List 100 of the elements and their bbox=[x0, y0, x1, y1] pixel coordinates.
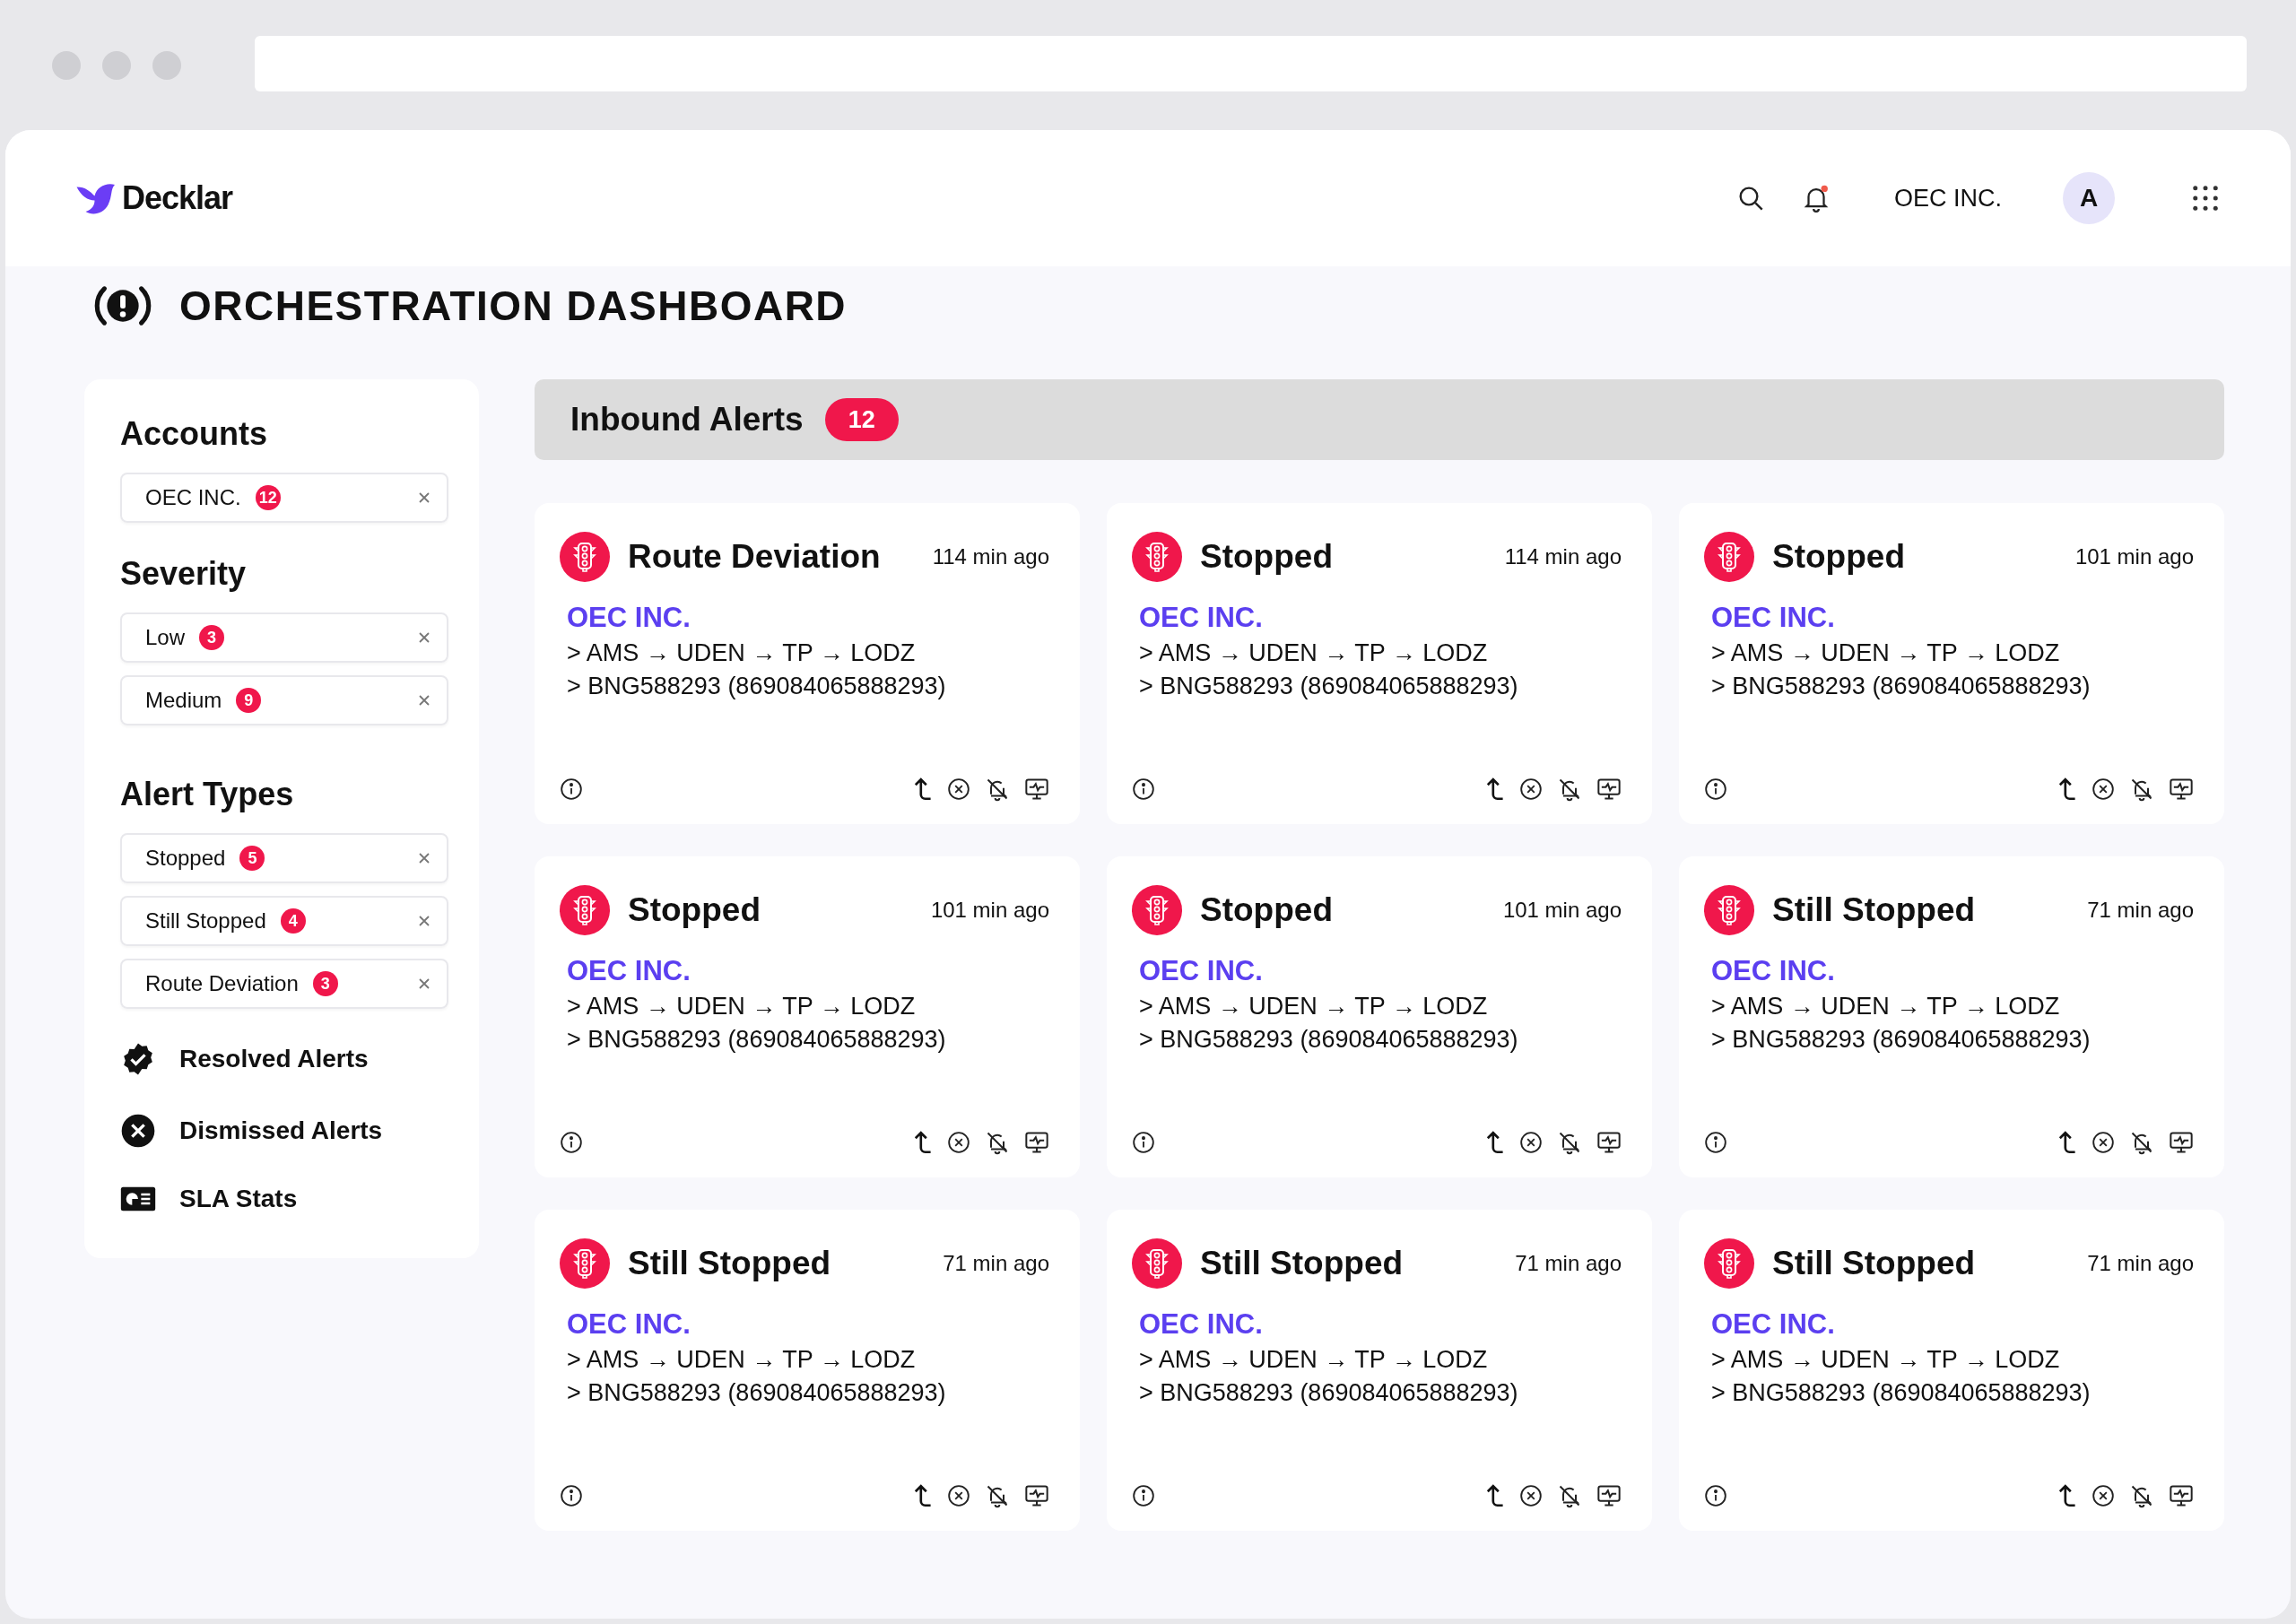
traffic-light-icon bbox=[560, 885, 610, 935]
user-avatar[interactable]: A bbox=[2063, 172, 2115, 224]
filter-chip[interactable]: Stopped 5 bbox=[120, 833, 448, 883]
info-icon[interactable] bbox=[1132, 1484, 1155, 1507]
account-name[interactable]: OEC INC. bbox=[1711, 602, 2194, 634]
alert-time: 71 min ago bbox=[2087, 898, 2194, 923]
monitor-pulse-icon[interactable] bbox=[2169, 777, 2194, 802]
info-icon[interactable] bbox=[560, 1131, 583, 1154]
info-icon[interactable] bbox=[560, 777, 583, 801]
account-name[interactable]: OEC INC. bbox=[567, 602, 1049, 634]
alert-type: Stopped bbox=[1772, 538, 1905, 576]
section-title: Inbound Alerts bbox=[570, 401, 804, 439]
account-name[interactable]: OEC INC. bbox=[567, 1308, 1049, 1341]
window-close-dot[interactable] bbox=[52, 51, 81, 80]
alert-card[interactable]: Stopped 101 min ago OEC INC. > AMS → UDEN → TP → LODZ > BNG588293 (869084065888293) bbox=[535, 856, 1080, 1177]
info-icon[interactable] bbox=[560, 1484, 583, 1507]
account-name[interactable]: OEC INC. bbox=[1139, 602, 1622, 634]
info-icon[interactable] bbox=[1704, 1131, 1727, 1154]
monitor-pulse-icon[interactable] bbox=[1596, 777, 1622, 802]
alert-type: Stopped bbox=[628, 891, 761, 929]
bell-off-icon[interactable] bbox=[985, 777, 1010, 802]
close-circle-icon[interactable] bbox=[2092, 1131, 2115, 1154]
close-circle-icon[interactable] bbox=[947, 1131, 970, 1154]
logo[interactable]: Decklar bbox=[74, 179, 233, 217]
close-circle-icon[interactable] bbox=[1519, 1131, 1543, 1154]
window-maximize-dot[interactable] bbox=[152, 51, 181, 80]
close-circle-icon[interactable] bbox=[2092, 777, 2115, 801]
account-name[interactable]: OEC INC. bbox=[1711, 955, 2194, 987]
section-heading: Alert Types bbox=[120, 776, 295, 813]
section-heading: Severity bbox=[120, 555, 248, 593]
monitor-pulse-icon[interactable] bbox=[1024, 777, 1049, 802]
route-text: > AMS → UDEN → TP → LODZ bbox=[567, 639, 917, 667]
monitor-pulse-icon[interactable] bbox=[1596, 1483, 1622, 1508]
alert-card[interactable]: Stopped 101 min ago OEC INC. > AMS → UDEN → TP → LODZ > BNG588293 (869084065888293) bbox=[1679, 503, 2224, 824]
monitor-pulse-icon[interactable] bbox=[1024, 1130, 1049, 1155]
sidebar-link[interactable]: SLA Stats bbox=[179, 1185, 298, 1213]
monitor-pulse-icon[interactable] bbox=[2169, 1483, 2194, 1508]
account-name[interactable]: OEC INC. bbox=[1139, 1308, 1622, 1341]
close-circle-icon[interactable] bbox=[2092, 1484, 2115, 1507]
monitor-pulse-icon[interactable] bbox=[2169, 1130, 2194, 1155]
bell-off-icon[interactable] bbox=[985, 1483, 1010, 1508]
close-circle-icon[interactable] bbox=[947, 1484, 970, 1507]
sidebar-link[interactable]: Resolved Alerts bbox=[179, 1045, 369, 1073]
filter-chip[interactable]: Route Deviation 3 bbox=[120, 959, 448, 1009]
traffic-light-icon bbox=[1704, 1238, 1754, 1289]
monitor-pulse-icon[interactable] bbox=[1024, 1483, 1049, 1508]
info-icon[interactable] bbox=[1704, 1484, 1727, 1507]
alert-type: Still Stopped bbox=[1200, 1245, 1404, 1282]
alert-card[interactable]: Still Stopped 71 min ago OEC INC. > AMS → UDEN → TP → LODZ > BNG588293 (869084065888293) bbox=[1679, 1210, 2224, 1531]
bell-off-icon[interactable] bbox=[2129, 1130, 2154, 1155]
alert-card[interactable]: Still Stopped 71 min ago OEC INC. > AMS → UDEN → TP → LODZ > BNG588293 (869084065888293) bbox=[535, 1210, 1080, 1531]
device-id: > BNG588293 (869084065888293) bbox=[567, 1379, 947, 1407]
filter-chip[interactable]: Medium 9 bbox=[120, 675, 448, 725]
alert-card[interactable]: Still Stopped 71 min ago OEC INC. > AMS → UDEN → TP → LODZ > BNG588293 (869084065888293) bbox=[1107, 1210, 1652, 1531]
account-name[interactable]: OEC INC. bbox=[1139, 955, 1622, 987]
info-icon[interactable] bbox=[1132, 777, 1155, 801]
device-id: > BNG588293 (869084065888293) bbox=[567, 1026, 947, 1054]
alert-time: 71 min ago bbox=[2087, 1251, 2194, 1276]
alert-time: 114 min ago bbox=[932, 544, 1049, 569]
filter-label: OEC INC. bbox=[145, 485, 241, 510]
bell-off-icon[interactable] bbox=[1557, 1130, 1582, 1155]
account-name[interactable]: OEC INC. bbox=[567, 955, 1049, 987]
count-badge: 3 bbox=[199, 625, 225, 650]
alert-type: Still Stopped bbox=[1772, 891, 1976, 929]
account-name[interactable]: OEC INC. bbox=[1894, 184, 2002, 213]
info-icon[interactable] bbox=[1132, 1131, 1155, 1154]
close-circle-icon[interactable] bbox=[1519, 1484, 1543, 1507]
close-circle-icon bbox=[120, 1113, 156, 1149]
alert-time: 101 min ago bbox=[1502, 898, 1622, 923]
alert-card[interactable]: Still Stopped 71 min ago OEC INC. > AMS → UDEN → TP → LODZ > BNG588293 (869084065888293) bbox=[1679, 856, 2224, 1177]
bell-off-icon[interactable] bbox=[1557, 1483, 1582, 1508]
monitor-pulse-icon[interactable] bbox=[1596, 1130, 1622, 1155]
device-id: > BNG588293 (869084065888293) bbox=[1139, 1379, 1519, 1407]
bell-off-icon[interactable] bbox=[2129, 1483, 2154, 1508]
filter-chip[interactable]: OEC INC. 12 bbox=[120, 473, 448, 523]
traffic-light-icon bbox=[1132, 1238, 1182, 1289]
alert-card[interactable]: Route Deviation 114 min ago OEC INC. > AMS → UDEN → TP → LODZ > BNG588293 (869084065888293) bbox=[535, 503, 1080, 824]
sidebar-link[interactable]: Dismissed Alerts bbox=[179, 1116, 383, 1145]
filter-chip[interactable]: Still Stopped 4 bbox=[120, 896, 448, 946]
device-id: > BNG588293 (869084065888293) bbox=[1139, 673, 1519, 700]
search-icon[interactable] bbox=[1736, 184, 1765, 213]
traffic-light-icon bbox=[560, 1238, 610, 1289]
alert-card[interactable]: Stopped 114 min ago OEC INC. > AMS → UDEN → TP → LODZ > BNG588293 (869084065888293) bbox=[1107, 503, 1652, 824]
traffic-light-icon bbox=[1132, 885, 1182, 935]
alert-type: Stopped bbox=[1200, 891, 1333, 929]
alert-type: Route Deviation bbox=[628, 538, 881, 576]
window-minimize-dot[interactable] bbox=[102, 51, 131, 80]
bell-off-icon[interactable] bbox=[985, 1130, 1010, 1155]
bell-off-icon[interactable] bbox=[2129, 777, 2154, 802]
alert-card[interactable]: Stopped 101 min ago OEC INC. > AMS → UDEN → TP → LODZ > BNG588293 (869084065888293) bbox=[1107, 856, 1652, 1177]
alert-type: Still Stopped bbox=[1772, 1245, 1976, 1282]
device-id: > BNG588293 (869084065888293) bbox=[1139, 1026, 1519, 1054]
apps-grid-icon[interactable] bbox=[2192, 185, 2219, 212]
account-name[interactable]: OEC INC. bbox=[1711, 1308, 2194, 1341]
filter-chip[interactable]: Low 3 bbox=[120, 612, 448, 663]
close-circle-icon[interactable] bbox=[1519, 777, 1543, 801]
bell-off-icon[interactable] bbox=[1557, 777, 1582, 802]
device-id: > BNG588293 (869084065888293) bbox=[1711, 1379, 2092, 1407]
info-icon[interactable] bbox=[1704, 777, 1727, 801]
close-circle-icon[interactable] bbox=[947, 777, 970, 801]
